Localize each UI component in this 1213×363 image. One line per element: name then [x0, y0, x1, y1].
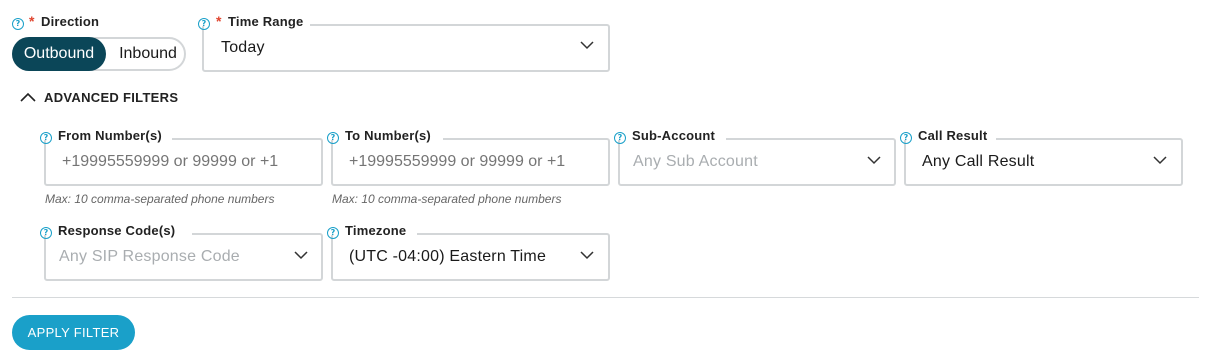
- direction-toggle: Outbound Inbound: [12, 37, 186, 71]
- from-numbers-input[interactable]: [44, 138, 323, 186]
- chevron-down-icon: [867, 156, 881, 165]
- direction-help-icon[interactable]: ?: [12, 18, 24, 30]
- time-range-required-mark: *: [216, 13, 222, 29]
- response-codes-label: Response Code(s): [58, 223, 176, 238]
- divider: [12, 297, 1199, 298]
- sub-account-help-icon[interactable]: ?: [614, 132, 626, 144]
- advanced-filters-label: ADVANCED FILTERS: [44, 90, 179, 105]
- to-numbers-help-icon[interactable]: ?: [327, 132, 339, 144]
- chevron-up-icon: [20, 92, 36, 102]
- apply-filter-button[interactable]: APPLY FILTER: [12, 315, 135, 350]
- advanced-filters-toggle[interactable]: ADVANCED FILTERS: [20, 88, 190, 108]
- response-codes-help-icon[interactable]: ?: [40, 227, 52, 239]
- timezone-value: (UTC -04:00) Eastern Time: [349, 248, 547, 265]
- from-numbers-hint: Max: 10 comma-separated phone numbers: [45, 192, 275, 206]
- time-range-label: Time Range: [228, 14, 304, 29]
- timezone-label: Timezone: [345, 223, 407, 238]
- direction-outbound-button[interactable]: Outbound: [12, 37, 106, 71]
- time-range-value: Today: [221, 39, 265, 56]
- to-numbers-hint: Max: 10 comma-separated phone numbers: [332, 192, 562, 206]
- to-numbers-input[interactable]: [331, 138, 610, 186]
- direction-label: Direction: [41, 14, 100, 29]
- response-codes-placeholder: Any SIP Response Code: [59, 248, 240, 265]
- chevron-down-icon: [1153, 156, 1167, 165]
- time-range-help-icon[interactable]: ?: [198, 18, 210, 30]
- to-numbers-label: To Number(s): [345, 128, 431, 143]
- call-result-value: Any Call Result: [922, 153, 1035, 170]
- chevron-down-icon: [294, 251, 308, 260]
- from-numbers-label: From Number(s): [58, 128, 162, 143]
- timezone-help-icon[interactable]: ?: [327, 227, 339, 239]
- direction-inbound-button[interactable]: Inbound: [114, 37, 182, 71]
- chevron-down-icon: [580, 41, 594, 50]
- call-result-label: Call Result: [918, 128, 988, 143]
- sub-account-label: Sub-Account: [632, 128, 716, 143]
- chevron-down-icon: [580, 251, 594, 260]
- direction-required-mark: *: [29, 13, 35, 29]
- call-result-help-icon[interactable]: ?: [900, 132, 912, 144]
- sub-account-placeholder: Any Sub Account: [633, 153, 758, 170]
- from-numbers-help-icon[interactable]: ?: [40, 132, 52, 144]
